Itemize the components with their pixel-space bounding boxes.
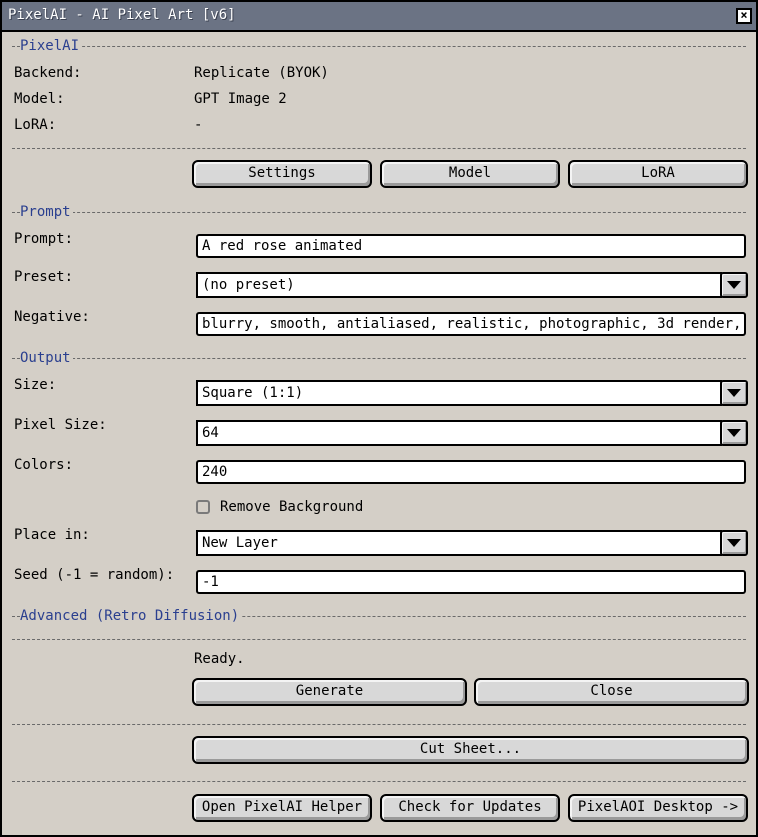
close-icon[interactable]: ×	[736, 8, 752, 24]
chevron-down-icon[interactable]	[720, 530, 748, 556]
title-bar[interactable]: PixelAI - AI Pixel Art [v6] ×	[2, 2, 756, 32]
desktop-button[interactable]: PixelAOI Desktop ->	[568, 794, 748, 822]
seed-input[interactable]: -1	[196, 570, 746, 594]
close-button[interactable]: Close	[474, 678, 749, 706]
preset-select-value: (no preset)	[196, 272, 722, 298]
size-select[interactable]: Square (1:1)	[196, 380, 748, 406]
section-advanced-label[interactable]: Advanced (Retro Diffusion)	[20, 608, 242, 624]
remove-background-checkbox[interactable]	[196, 500, 210, 514]
generate-button[interactable]: Generate	[192, 678, 467, 706]
model-value: GPT Image 2	[194, 91, 287, 107]
seed-label: Seed (-1 = random):	[14, 567, 175, 583]
pixelai-dialog: PixelAI - AI Pixel Art [v6] × PixelAI Ba…	[0, 0, 758, 837]
model-button[interactable]: Model	[380, 160, 560, 188]
place-in-label: Place in:	[14, 527, 90, 543]
section-pixelai-label: PixelAI	[20, 38, 82, 54]
section-advanced[interactable]: Advanced (Retro Diffusion)	[12, 608, 746, 624]
separator	[12, 781, 746, 782]
section-pixelai: PixelAI	[12, 38, 746, 54]
colors-input[interactable]: 240	[196, 460, 746, 484]
size-select-value: Square (1:1)	[196, 380, 722, 406]
section-output-label: Output	[20, 350, 73, 366]
window-title: PixelAI - AI Pixel Art [v6]	[8, 7, 236, 23]
backend-label: Backend:	[14, 65, 82, 81]
remove-background-label[interactable]: Remove Background	[220, 498, 363, 516]
preset-label: Preset:	[14, 269, 74, 285]
pixel-size-select-value: 64	[196, 420, 722, 446]
settings-button[interactable]: Settings	[192, 160, 372, 188]
size-label: Size:	[14, 377, 57, 393]
prompt-label: Prompt:	[14, 231, 74, 247]
cut-sheet-button[interactable]: Cut Sheet...	[192, 736, 749, 764]
place-in-select-value: New Layer	[196, 530, 722, 556]
model-label: Model:	[14, 91, 65, 107]
separator	[12, 724, 746, 725]
negative-label: Negative:	[14, 309, 90, 325]
pixel-size-label: Pixel Size:	[14, 417, 107, 433]
colors-label: Colors:	[14, 457, 74, 473]
separator	[12, 148, 746, 149]
lora-label: LoRA:	[14, 117, 57, 133]
chevron-down-icon[interactable]	[720, 420, 748, 446]
negative-input[interactable]: blurry, smooth, antialiased, realistic, …	[196, 312, 746, 336]
prompt-input[interactable]: A red rose animated	[196, 234, 746, 258]
backend-value: Replicate (BYOK)	[194, 65, 329, 81]
separator	[12, 639, 746, 640]
place-in-select[interactable]: New Layer	[196, 530, 748, 556]
section-output: Output	[12, 350, 746, 366]
pixel-size-select[interactable]: 64	[196, 420, 748, 446]
status-text: Ready.	[194, 651, 245, 667]
section-prompt-label: Prompt	[20, 204, 73, 220]
lora-button[interactable]: LoRA	[568, 160, 748, 188]
chevron-down-icon[interactable]	[720, 380, 748, 406]
check-updates-button[interactable]: Check for Updates	[380, 794, 560, 822]
open-helper-button[interactable]: Open PixelAI Helper	[192, 794, 372, 822]
lora-value: -	[194, 117, 203, 133]
chevron-down-icon[interactable]	[720, 272, 748, 298]
section-prompt: Prompt	[12, 204, 746, 220]
preset-select[interactable]: (no preset)	[196, 272, 748, 298]
